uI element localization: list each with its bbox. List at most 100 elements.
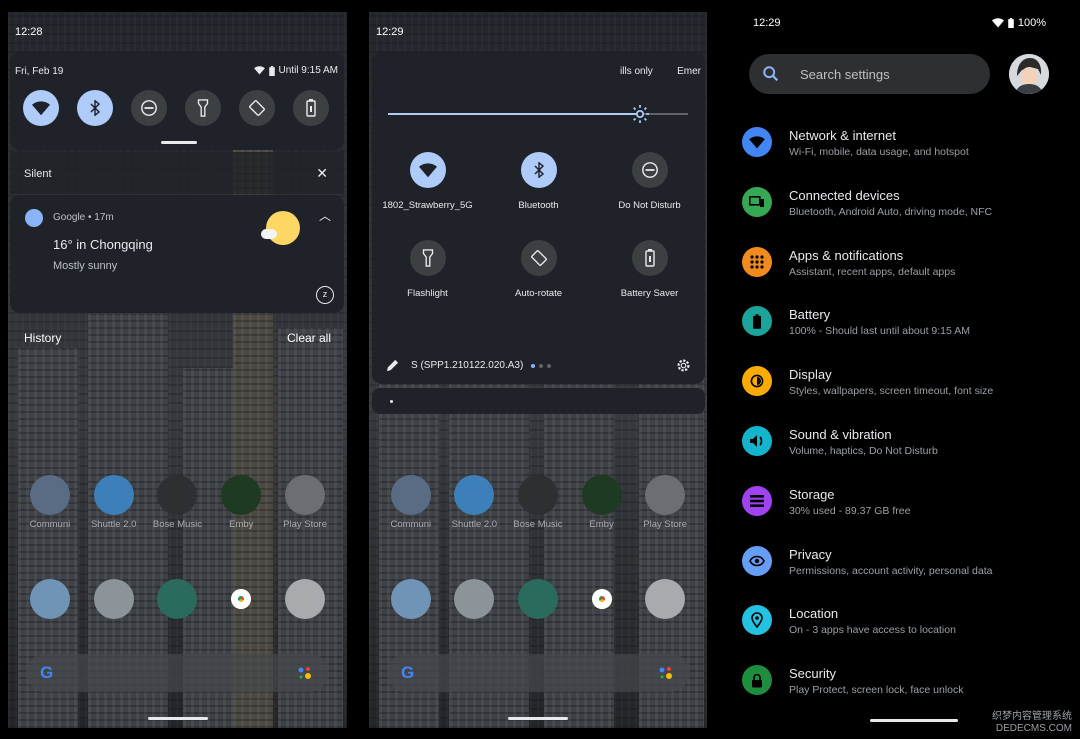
google-g-icon: G bbox=[401, 663, 415, 682]
brightness-icon[interactable] bbox=[630, 104, 650, 124]
home-apps-row-2 bbox=[8, 579, 347, 619]
quick-settings-collapsed[interactable]: Fri, Feb 19 Until 9:15 AM bbox=[10, 52, 344, 150]
app-icon[interactable]: Play Store bbox=[274, 475, 336, 530]
flashlight-icon bbox=[197, 99, 209, 117]
gear-icon[interactable] bbox=[676, 358, 691, 373]
app-icon[interactable]: Bose Music bbox=[507, 475, 569, 530]
assistant-icon[interactable] bbox=[658, 665, 674, 681]
auto-rotate-tile[interactable]: Auto-rotate bbox=[483, 240, 594, 299]
chrome-icon[interactable] bbox=[571, 579, 633, 619]
home-apps-row-1: Communi Shuttle 2.0 Bose Music Emby Play… bbox=[369, 475, 707, 530]
gesture-nav-bar[interactable] bbox=[147, 717, 208, 720]
gesture-nav-bar[interactable] bbox=[870, 719, 958, 722]
close-icon[interactable]: ✕ bbox=[316, 165, 328, 182]
bluetooth-tile[interactable]: Bluetooth bbox=[483, 152, 594, 211]
battery-saver-tile[interactable] bbox=[293, 90, 329, 126]
battery-icon bbox=[742, 306, 772, 337]
chrome-icon[interactable] bbox=[210, 579, 272, 619]
dnd-icon bbox=[641, 162, 658, 178]
drag-handle[interactable] bbox=[161, 141, 197, 144]
dnd-tile[interactable]: Do Not Disturb bbox=[594, 152, 705, 211]
silent-label: Silent bbox=[24, 168, 52, 180]
page-indicator bbox=[531, 363, 552, 368]
tile-label: 1802_Strawberry_5G bbox=[382, 200, 473, 211]
weather-notification[interactable]: Google • 17m 16° in Chongqing Mostly sun… bbox=[10, 195, 344, 313]
settings-item-desc: On - 3 apps have access to location bbox=[789, 624, 956, 637]
app-icon[interactable]: Shuttle 2.0 bbox=[443, 475, 505, 530]
flora-icon[interactable] bbox=[146, 579, 208, 619]
settings-item-title: Location bbox=[789, 606, 839, 622]
auto-rotate-tile[interactable] bbox=[239, 90, 275, 126]
settings-item-storage[interactable]: Storage 30% used - 89.37 GB free bbox=[742, 481, 1062, 541]
settings-item-desc: Assistant, recent apps, default apps bbox=[789, 265, 956, 278]
brightness-slider[interactable] bbox=[388, 105, 688, 123]
clear-all-button[interactable]: Clear all bbox=[287, 331, 331, 345]
settings-item-privacy[interactable]: Privacy Permissions, account activity, pe… bbox=[742, 541, 1062, 601]
settings-item-battery[interactable]: Battery 100% - Should last until about 9:… bbox=[742, 301, 1062, 361]
settings-item-display[interactable]: Display Styles, wallpapers, screen timeou… bbox=[742, 361, 1062, 421]
telegram-icon[interactable] bbox=[19, 579, 81, 619]
tile-label: Flashlight bbox=[407, 288, 448, 299]
wifi-icon bbox=[253, 66, 265, 75]
app-icon[interactable]: Play Store bbox=[634, 475, 696, 530]
flashlight-tile[interactable]: Flashlight bbox=[372, 240, 483, 299]
search-icon bbox=[763, 66, 779, 82]
battery-saver-tile[interactable]: Battery Saver bbox=[594, 240, 705, 299]
notification-app-label: Google • 17m bbox=[53, 212, 114, 223]
devices-icon bbox=[742, 186, 772, 217]
wifi-tile[interactable] bbox=[23, 90, 59, 126]
quick-settings-expanded-screen: 12:29 ills only Emer 1802_Strawberry_5G … bbox=[369, 12, 707, 728]
watermark-line-2: DEDECMS.COM bbox=[995, 723, 1072, 734]
tile-label: Bluetooth bbox=[518, 200, 559, 211]
play-icon[interactable] bbox=[443, 579, 505, 619]
settings-item-apps[interactable]: Apps & notifications Assistant, recent ap… bbox=[742, 242, 1062, 302]
app-icon[interactable]: Communi bbox=[380, 475, 442, 530]
camera-icon[interactable] bbox=[274, 579, 336, 619]
search-placeholder: Search settings bbox=[800, 67, 890, 82]
volume-icon bbox=[742, 425, 772, 456]
google-search-bar[interactable]: G bbox=[26, 654, 329, 692]
settings-screen: 12:29 100% Search settings Network & int… bbox=[712, 0, 1072, 739]
settings-item-connected-devices[interactable]: Connected devices Bluetooth, Android Auto… bbox=[742, 182, 1062, 242]
home-apps-row-2 bbox=[369, 579, 707, 619]
gesture-nav-bar[interactable] bbox=[508, 717, 568, 720]
app-icon[interactable]: Shuttle 2.0 bbox=[83, 475, 145, 530]
camera-icon[interactable] bbox=[634, 579, 696, 619]
flora-icon[interactable] bbox=[507, 579, 569, 619]
assistant-icon[interactable] bbox=[297, 665, 313, 681]
edit-pencil-icon[interactable] bbox=[386, 359, 399, 372]
play-icon[interactable] bbox=[83, 579, 145, 619]
search-settings-input[interactable]: Search settings bbox=[749, 54, 990, 94]
settings-item-location[interactable]: Location On - 3 apps have access to locat… bbox=[742, 600, 1062, 660]
history-link[interactable]: History bbox=[24, 331, 61, 345]
app-icon[interactable]: Emby bbox=[210, 475, 272, 530]
notification-title: 16° in Chongqing bbox=[53, 237, 153, 252]
rotate-icon bbox=[249, 100, 265, 116]
google-search-bar[interactable]: G bbox=[387, 654, 690, 692]
chevron-up-icon[interactable]: ︿ bbox=[319, 207, 331, 224]
bluetooth-icon bbox=[533, 162, 544, 178]
battery-icon bbox=[268, 65, 275, 76]
telegram-icon[interactable] bbox=[380, 579, 442, 619]
bluetooth-tile[interactable] bbox=[77, 90, 113, 126]
settings-item-sound[interactable]: Sound & vibration Volume, haptics, Do Not… bbox=[742, 421, 1062, 481]
brightness-fill bbox=[388, 113, 640, 115]
dnd-until-label: Until 9:15 AM bbox=[278, 65, 338, 76]
app-icon[interactable]: Bose Music bbox=[146, 475, 208, 530]
app-icon[interactable]: Emby bbox=[571, 475, 633, 530]
dnd-tile[interactable] bbox=[131, 90, 167, 126]
bluetooth-icon bbox=[90, 100, 101, 116]
flashlight-tile[interactable] bbox=[185, 90, 221, 126]
notification-peek[interactable] bbox=[372, 388, 705, 414]
snooze-icon[interactable]: z bbox=[316, 286, 334, 304]
lock-icon bbox=[742, 665, 772, 696]
wifi-tile[interactable]: 1802_Strawberry_5G bbox=[372, 152, 483, 211]
settings-item-network[interactable]: Network & internet Wi-Fi, mobile, data us… bbox=[742, 122, 1062, 182]
profile-avatar-icon bbox=[1009, 54, 1049, 94]
avatar[interactable] bbox=[1009, 54, 1049, 94]
wifi-icon bbox=[991, 18, 1004, 28]
app-icon[interactable]: Communi bbox=[19, 475, 81, 530]
settings-item-desc: Wi-Fi, mobile, data usage, and hotspot bbox=[789, 146, 969, 158]
flashlight-icon bbox=[422, 249, 433, 267]
settings-item-desc: Volume, haptics, Do Not Disturb bbox=[789, 444, 938, 457]
